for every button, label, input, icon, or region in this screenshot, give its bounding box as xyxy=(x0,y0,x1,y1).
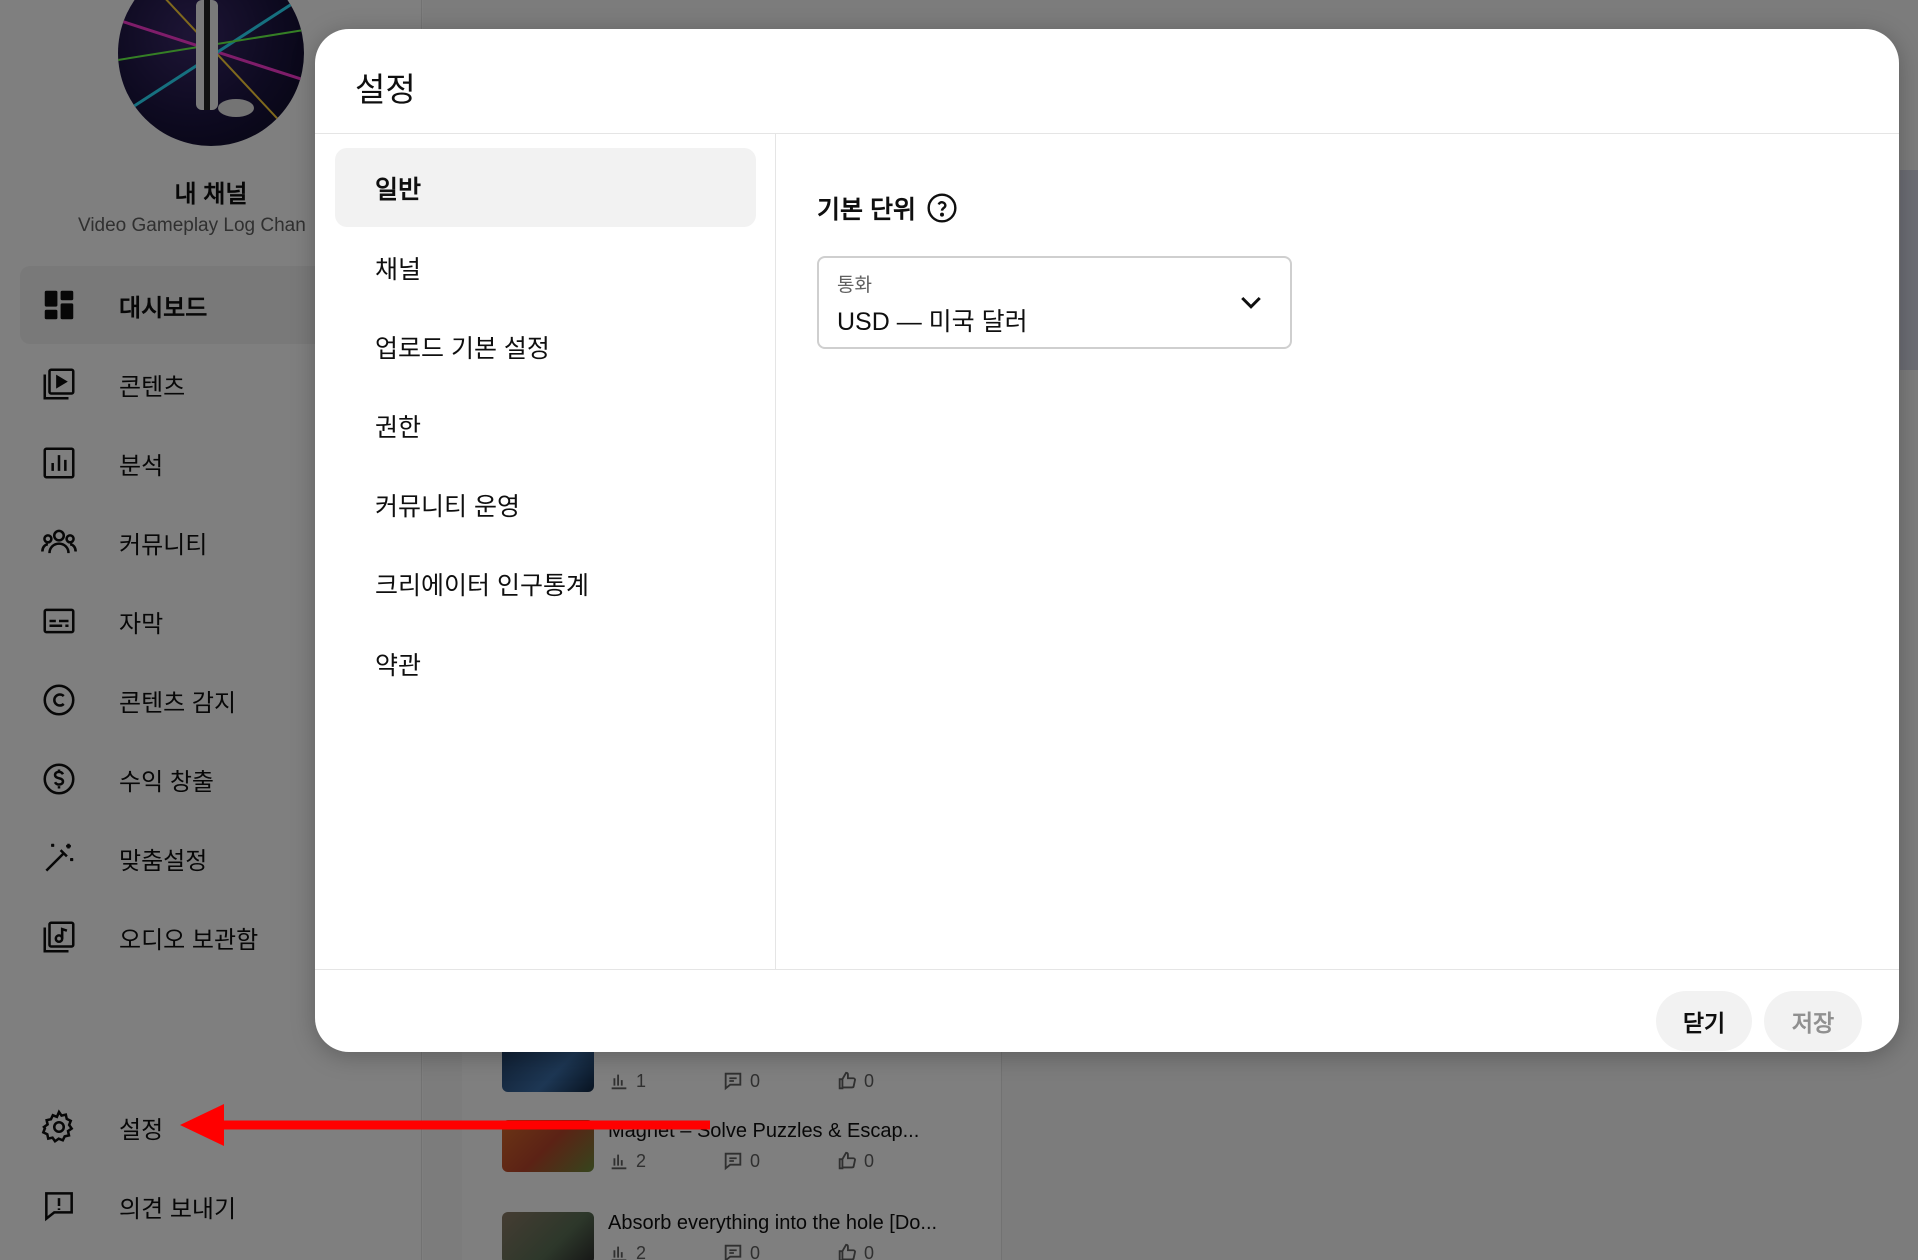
close-button[interactable]: 닫기 xyxy=(1656,991,1752,1051)
currency-select[interactable]: 통화 USD — 미국 달러 xyxy=(817,256,1292,349)
currency-select-label: 통화 xyxy=(837,275,872,296)
dialog-title: 설정 xyxy=(355,71,416,108)
tab-channel[interactable]: 채널 xyxy=(335,228,756,307)
tab-general[interactable]: 일반 xyxy=(335,148,756,227)
currency-select-value: USD — 미국 달러 xyxy=(837,308,1028,336)
tab-community[interactable]: 커뮤니티 운영 xyxy=(335,465,756,544)
annotation-arrow xyxy=(180,1104,710,1146)
settings-tabs: 일반 채널 업로드 기본 설정 권한 커뮤니티 운영 크리에이터 인구통계 약관 xyxy=(315,134,776,969)
general-settings-panel: 기본 단위 통화 USD — 미국 달러 xyxy=(777,134,1899,969)
tab-agreements[interactable]: 약관 xyxy=(335,624,756,703)
section-label: 기본 단위 xyxy=(817,190,958,226)
settings-dialog: 설정 일반 채널 업로드 기본 설정 권한 커뮤니티 운영 크리에이터 인구통계… xyxy=(315,29,1899,1052)
help-icon[interactable] xyxy=(926,192,958,224)
tab-permissions[interactable]: 권한 xyxy=(335,386,756,465)
tab-creator-demographics[interactable]: 크리에이터 인구통계 xyxy=(335,544,756,623)
save-button[interactable]: 저장 xyxy=(1764,991,1862,1051)
tab-upload-defaults[interactable]: 업로드 기본 설정 xyxy=(335,307,756,386)
divider xyxy=(315,969,1899,970)
chevron-down-icon xyxy=(1241,296,1261,309)
default-units-label: 기본 단위 xyxy=(817,196,916,224)
